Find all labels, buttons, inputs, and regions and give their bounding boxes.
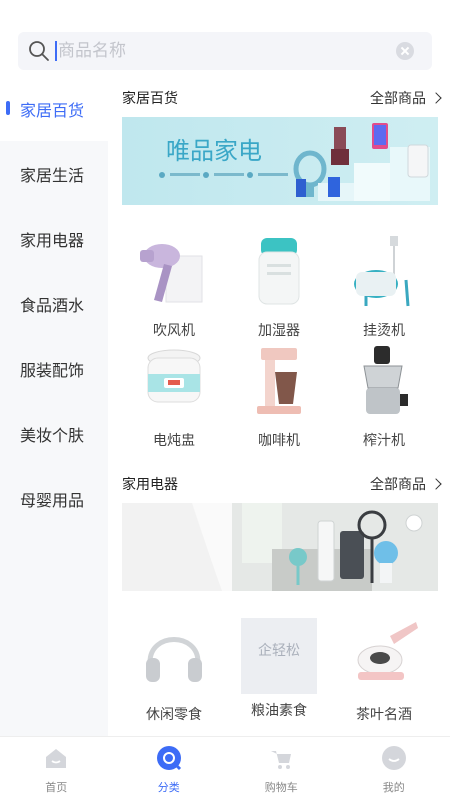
banner-illustration (122, 503, 438, 591)
product-name: 挂烫机 (363, 323, 405, 339)
category-icon (156, 746, 181, 771)
section-header: 家用电器 全部商品 (122, 472, 442, 496)
promo-banner[interactable]: 唯品家电 (122, 117, 438, 205)
sidebar-item-label: 家居百货 (20, 100, 85, 120)
headphones-icon (146, 637, 202, 682)
sidebar-item-label: 美妆个肤 (20, 425, 85, 445)
product-tile[interactable]: 吹风机 (124, 234, 224, 340)
product-name: 休闲零食 (146, 707, 202, 723)
product-tile[interactable]: 榨汁机 (334, 344, 434, 450)
tab-label: 首页 (45, 781, 68, 794)
sidebar-item-food-drinks[interactable]: 食品酒水 (0, 271, 108, 336)
section-title: 家用电器 (122, 477, 178, 493)
sidebar-item-home-life[interactable]: 家居生活 (0, 141, 108, 206)
garment-steamer-icon (354, 236, 410, 307)
product-tile[interactable]: 加湿器 (229, 234, 329, 340)
product-tile[interactable]: 休闲零食 (124, 618, 224, 724)
juicer-icon (363, 346, 408, 414)
sidebar-item-label: 母婴用品 (20, 490, 85, 510)
product-tile[interactable]: 茶叶名酒 (334, 618, 434, 724)
hair-dryer-icon (140, 244, 203, 303)
sidebar-item-label: 食品酒水 (20, 295, 85, 315)
mite-vacuum-icon (357, 622, 418, 680)
tab-label: 分类 (157, 781, 180, 794)
tab-category[interactable]: 分类 (113, 737, 226, 800)
product-name: 吹风机 (153, 323, 195, 339)
tab-cart[interactable]: 购物车 (225, 737, 338, 800)
banner-illustration: 唯品家电 (122, 117, 438, 205)
product-name: 榨汁机 (363, 433, 405, 449)
home-icon (46, 749, 67, 768)
slow-cooker-icon (147, 349, 201, 403)
sidebar-item-baby[interactable]: 母婴用品 (0, 466, 108, 531)
view-all-link[interactable]: 全部商品 (370, 474, 442, 494)
search-bar[interactable] (18, 32, 432, 70)
product-name: 咖啡机 (258, 433, 300, 449)
product-name: 加湿器 (258, 323, 300, 339)
product-tile[interactable]: 挂烫机 (334, 234, 434, 340)
category-sidebar: 家居百货 家居生活 家用电器 食品酒水 服装配饰 美妆个肤 母婴用品 (0, 76, 108, 736)
banner-title: 唯品家电 (166, 137, 262, 165)
product-name: 电炖盅 (153, 433, 195, 449)
tab-home[interactable]: 首页 (0, 737, 113, 800)
view-all-label: 全部商品 (370, 91, 426, 107)
humidifier-icon (258, 238, 300, 305)
profile-icon (381, 746, 406, 770)
product-name: 茶叶名酒 (356, 707, 412, 723)
sidebar-item-appliances[interactable]: 家用电器 (0, 206, 108, 271)
sidebar-item-label: 家居生活 (20, 165, 85, 185)
category-content: 家居百货 全部商品 唯品家电 吹风机 加湿器 挂烫机 电炖盅 咖啡机 榨汁机 家… (108, 76, 450, 736)
sidebar-item-label: 家用电器 (20, 230, 85, 250)
section-header: 家居百货 全部商品 (122, 86, 442, 110)
coffee-machine-icon (257, 348, 301, 414)
sidebar-item-home-goods[interactable]: 家居百货 (0, 76, 108, 141)
cart-icon (271, 751, 292, 769)
chevron-right-icon (430, 478, 442, 490)
bottom-tab-bar: 首页 分类 购物车 我的 (0, 736, 450, 800)
product-tile[interactable]: 企轻松 粮油素食 (229, 618, 329, 720)
search-input[interactable] (58, 32, 388, 70)
tab-profile[interactable]: 我的 (338, 737, 450, 800)
text-cursor (55, 41, 57, 61)
active-indicator (6, 101, 10, 115)
product-tile[interactable]: 咖啡机 (229, 344, 329, 450)
search-icon (29, 41, 49, 61)
clear-icon[interactable] (396, 42, 414, 60)
product-name: 粮油素食 (251, 703, 307, 719)
view-all-label: 全部商品 (370, 477, 426, 493)
tab-label: 购物车 (264, 781, 298, 794)
section-title: 家居百货 (122, 91, 178, 107)
sidebar-item-beauty[interactable]: 美妆个肤 (0, 401, 108, 466)
placeholder-logo-icon: 企轻松 (241, 618, 317, 694)
view-all-link[interactable]: 全部商品 (370, 88, 442, 108)
placeholder-logo-text: 企轻松 (258, 643, 300, 659)
sidebar-item-label: 服装配饰 (20, 360, 85, 380)
product-tile[interactable]: 电炖盅 (124, 344, 224, 450)
sidebar-item-apparel[interactable]: 服装配饰 (0, 336, 108, 401)
tab-label: 我的 (382, 781, 405, 794)
promo-banner[interactable] (122, 503, 438, 591)
chevron-right-icon (430, 92, 442, 104)
